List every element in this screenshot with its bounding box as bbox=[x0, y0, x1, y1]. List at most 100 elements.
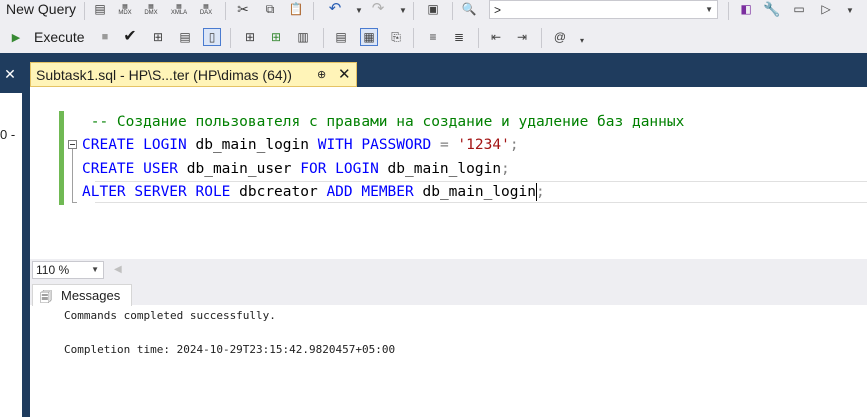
mdx-query-button[interactable]: ▦ MDX bbox=[117, 1, 133, 17]
display-estimated-plan-icon[interactable]: ⊞ bbox=[150, 29, 166, 45]
scroll-left-icon[interactable]: ◀ bbox=[114, 264, 122, 275]
code-token: db_main_login bbox=[378, 161, 502, 177]
code-line[interactable]: CREATE USER db_main_user FOR LOGIN db_ma… bbox=[82, 161, 510, 177]
query-dropdown-value: > bbox=[494, 3, 502, 17]
toolbar-separator bbox=[478, 28, 479, 48]
visual-studio-icon[interactable]: ◧ bbox=[738, 1, 754, 17]
include-actual-plan-icon[interactable]: ⊞ bbox=[242, 29, 258, 45]
collapse-outline-icon[interactable] bbox=[68, 140, 77, 149]
code-token: db_main_login bbox=[413, 184, 536, 200]
undo-icon[interactable]: ↶ bbox=[327, 0, 343, 17]
close-tab-icon[interactable]: ✕ bbox=[338, 65, 351, 83]
code-token: CREATE USER bbox=[82, 161, 179, 177]
database-engine-query-icon[interactable]: ▤ bbox=[92, 1, 108, 17]
copy-icon[interactable]: ⧉ bbox=[262, 1, 278, 17]
mdx-label: MDX bbox=[118, 9, 132, 16]
stop-icon[interactable]: ■ bbox=[97, 29, 113, 45]
zoom-select[interactable]: 110 % ▼ bbox=[32, 261, 104, 279]
play-icon[interactable]: ▶ bbox=[8, 29, 24, 45]
code-token: '1234' bbox=[457, 137, 510, 153]
toolbar-options-icon[interactable]: ▾ bbox=[580, 36, 584, 45]
redo-dropdown-icon[interactable]: ▼ bbox=[399, 6, 407, 15]
wrench-icon[interactable]: 🔧 bbox=[763, 1, 780, 17]
code-token: CREATE LOGIN bbox=[82, 137, 187, 153]
object-explorer-panel: 0 - bbox=[0, 93, 22, 417]
chevron-down-icon: ▼ bbox=[91, 265, 99, 274]
results-to-grid-icon[interactable]: ▦ bbox=[360, 28, 378, 46]
code-token: db_main_user bbox=[178, 161, 301, 177]
zoom-value: 110 % bbox=[36, 263, 70, 277]
outline-line bbox=[72, 149, 73, 203]
live-query-statistics-icon[interactable]: ⊞ bbox=[268, 29, 284, 45]
toolbar-separator bbox=[323, 28, 324, 48]
uncomment-icon[interactable]: ≣ bbox=[451, 29, 467, 45]
xmla-query-button[interactable]: ▦ XMLA bbox=[171, 1, 187, 17]
execute-button[interactable]: Execute bbox=[34, 29, 85, 45]
redo-icon[interactable]: ↷ bbox=[370, 0, 386, 17]
terminal-icon[interactable]: ▷ bbox=[818, 1, 834, 17]
toolbar-separator bbox=[225, 2, 226, 20]
paste-icon[interactable]: 📋 bbox=[288, 1, 304, 17]
text-caret bbox=[536, 183, 537, 201]
pin-icon[interactable]: ⊕ bbox=[317, 68, 326, 81]
code-token: db_main_login bbox=[186, 137, 318, 153]
code-token: WITH PASSWORD bbox=[317, 137, 432, 153]
xmla-label: XMLA bbox=[170, 9, 188, 16]
message-line: Completion time: 2024-10-29T23:15:42.982… bbox=[64, 343, 396, 356]
dmx-label: DMX bbox=[144, 9, 158, 16]
activity-monitor-icon[interactable]: ▣ bbox=[425, 1, 441, 17]
code-token: -- Создание пользователя с правами на со… bbox=[82, 114, 685, 130]
document-tab[interactable]: Subtask1.sql - HP\S...ter (HP\dimas (64)… bbox=[30, 62, 357, 87]
toolbar-separator bbox=[452, 2, 453, 20]
specify-template-values-icon[interactable]: @ bbox=[552, 29, 568, 45]
results-to-file-icon[interactable]: ⎘ bbox=[388, 29, 404, 45]
increase-indent-icon[interactable]: ⇥ bbox=[514, 29, 530, 45]
code-token: ALTER SERVER ROLE bbox=[82, 184, 231, 200]
cut-icon[interactable]: ✂ bbox=[235, 1, 251, 17]
client-statistics-icon[interactable]: ▥ bbox=[295, 29, 311, 45]
main-toolbar: New Query ▤ ▦ MDX ▦ DMX ▦ XMLA ▦ DAX ✂ ⧉ 📋 ↶… bbox=[0, 0, 867, 24]
left-panel-text: 0 - bbox=[0, 127, 16, 142]
toolbar-separator bbox=[84, 2, 85, 20]
code-token: dbcreator bbox=[230, 184, 327, 200]
editor-status-bar: 110 % ▼ ◀ bbox=[30, 259, 867, 281]
results-pane: 🗐 Messages Commands completed successful… bbox=[30, 281, 867, 417]
toolbar-separator bbox=[413, 2, 414, 20]
toolbox-icon[interactable]: ▭ bbox=[791, 1, 807, 17]
sql-editor[interactable]: -- Создание пользователя с правами на со… bbox=[30, 87, 867, 259]
find-icon[interactable]: 🔍 bbox=[461, 1, 477, 17]
undo-dropdown-icon[interactable]: ▼ bbox=[355, 6, 363, 15]
outline-line-end bbox=[72, 202, 77, 203]
code-token: = bbox=[431, 137, 458, 153]
query-dropdown[interactable]: > ▼ bbox=[489, 0, 718, 19]
overflow-chevron-icon[interactable]: ▼ bbox=[846, 6, 854, 15]
messages-tab-label: Messages bbox=[61, 288, 121, 303]
dmx-query-button[interactable]: ▦ DMX bbox=[143, 1, 159, 17]
toolbar-separator bbox=[541, 28, 542, 48]
tab-title: Subtask1.sql - HP\S...ter (HP\dimas (64)… bbox=[36, 67, 292, 83]
code-line[interactable]: ALTER SERVER ROLE dbcreator ADD MEMBER d… bbox=[82, 184, 545, 200]
chevron-down-icon: ▼ bbox=[705, 5, 713, 14]
editor-margin bbox=[30, 87, 60, 259]
dax-query-button[interactable]: ▦ DAX bbox=[198, 1, 214, 17]
code-line[interactable]: CREATE LOGIN db_main_login WITH PASSWORD… bbox=[82, 137, 519, 153]
change-tracking-bar bbox=[59, 111, 64, 205]
code-token: ADD MEMBER bbox=[326, 184, 414, 200]
intellisense-icon[interactable]: ▯ bbox=[203, 28, 221, 46]
decrease-indent-icon[interactable]: ⇤ bbox=[488, 29, 504, 45]
toolbar-separator bbox=[728, 2, 729, 20]
comment-out-icon[interactable]: ≡ bbox=[425, 29, 441, 45]
message-line: Commands completed successfully. bbox=[64, 309, 276, 322]
code-token: ; bbox=[535, 184, 545, 200]
code-token: FOR LOGIN bbox=[300, 161, 379, 177]
query-options-icon[interactable]: ▤ bbox=[177, 29, 193, 45]
tab-messages[interactable]: 🗐 Messages bbox=[32, 284, 132, 306]
close-panel-icon[interactable]: ✕ bbox=[2, 66, 18, 82]
parse-checkmark-icon[interactable]: ✔ bbox=[122, 28, 138, 45]
toolbar-separator bbox=[313, 2, 314, 20]
toolbar-separator bbox=[230, 28, 231, 48]
results-to-text-icon[interactable]: ▤ bbox=[333, 29, 349, 45]
new-query-button[interactable]: New Query bbox=[6, 1, 76, 17]
code-token: ; bbox=[509, 137, 519, 153]
code-line[interactable]: -- Создание пользователя с правами на со… bbox=[82, 114, 685, 130]
